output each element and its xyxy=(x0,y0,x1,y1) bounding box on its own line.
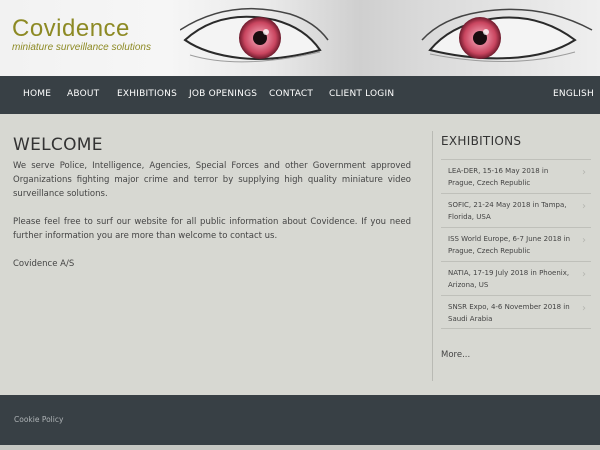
chevron-right-icon: › xyxy=(582,303,586,314)
exhibition-item[interactable]: ISS World Europe, 6-7 June 2018 in Pragu… xyxy=(441,227,591,261)
exhibition-item-label: SOFIC, 21-24 May 2018 in Tampa, Florida,… xyxy=(448,201,567,221)
logo-text: Covidence xyxy=(12,15,130,42)
footer-bottom-strip xyxy=(0,445,600,450)
exhibition-item-label: SNSR Expo, 4-6 November 2018 in Saudi Ar… xyxy=(448,303,570,323)
welcome-paragraph: Please feel free to surf our website for… xyxy=(13,217,411,241)
sidebar-divider xyxy=(432,131,433,381)
page-title: WELCOME xyxy=(13,135,103,155)
site-header: Covidence miniature surveillance solutio… xyxy=(0,0,600,76)
cookie-policy-link[interactable]: Cookie Policy xyxy=(14,415,63,424)
more-link[interactable]: More... xyxy=(441,350,470,360)
site-footer: Cookie Policy xyxy=(0,395,600,445)
nav-contact[interactable]: CONTACT xyxy=(269,89,313,99)
language-selector[interactable]: ENGLISH xyxy=(553,89,594,99)
exhibition-item-label: NATIA, 17-19 July 2018 in Phoenix, Arizo… xyxy=(448,269,570,289)
nav-exhibitions[interactable]: EXHIBITIONS xyxy=(117,89,177,99)
eyes-banner-image xyxy=(180,7,593,63)
exhibitions-list: LEA-DER, 15-16 May 2018 in Prague, Czech… xyxy=(441,159,591,329)
main-nav: HOME ABOUT EXHIBITIONS JOB OPENINGS CONT… xyxy=(0,76,600,114)
nav-about[interactable]: ABOUT xyxy=(67,89,99,99)
chevron-right-icon: › xyxy=(582,269,586,280)
chevron-right-icon: › xyxy=(582,201,586,212)
exhibition-item-label: ISS World Europe, 6-7 June 2018 in Pragu… xyxy=(448,235,571,255)
nav-client-login[interactable]: CLIENT LOGIN xyxy=(329,89,394,99)
welcome-text: We serve Police, Intelligence, Agencies,… xyxy=(13,159,411,285)
nav-job-openings[interactable]: JOB OPENINGS xyxy=(189,89,257,99)
exhibition-item[interactable]: SNSR Expo, 4-6 November 2018 in Saudi Ar… xyxy=(441,295,591,329)
exhibition-item[interactable]: SOFIC, 21-24 May 2018 in Tampa, Florida,… xyxy=(441,193,591,227)
company-signature: Covidence A/S xyxy=(13,259,75,269)
nav-home[interactable]: HOME xyxy=(23,89,51,99)
chevron-right-icon: › xyxy=(582,167,586,178)
exhibition-item[interactable]: NATIA, 17-19 July 2018 in Phoenix, Arizo… xyxy=(441,261,591,295)
welcome-paragraph: We serve Police, Intelligence, Agencies,… xyxy=(13,161,411,199)
chevron-right-icon: › xyxy=(582,235,586,246)
logo-tagline: miniature surveillance solutions xyxy=(12,42,151,53)
logo[interactable]: Covidence miniature surveillance solutio… xyxy=(12,15,151,54)
exhibition-item-label: LEA-DER, 15-16 May 2018 in Prague, Czech… xyxy=(448,167,549,187)
exhibition-item[interactable]: LEA-DER, 15-16 May 2018 in Prague, Czech… xyxy=(441,159,591,193)
sidebar-title: EXHIBITIONS xyxy=(441,134,522,148)
main-content: WELCOME We serve Police, Intelligence, A… xyxy=(0,114,600,395)
